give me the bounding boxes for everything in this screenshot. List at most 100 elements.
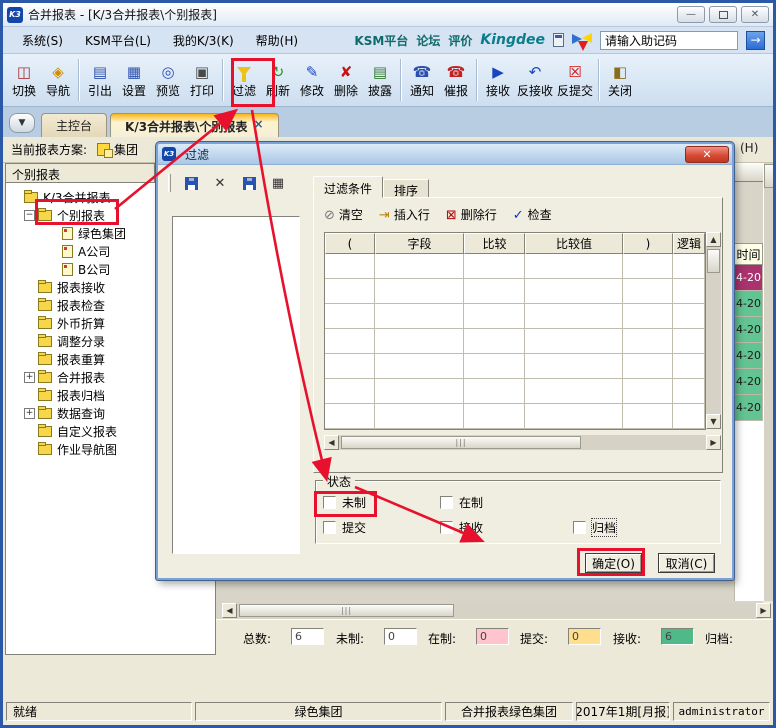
- toolbar-receive[interactable]: ▶接收: [481, 60, 515, 101]
- table-vertical-scrollbar[interactable]: ▲ ▼: [706, 232, 721, 429]
- exit-icon: ◧: [613, 62, 627, 82]
- toolbar-delete[interactable]: ✘删除: [329, 60, 363, 101]
- scheme-list[interactable]: [172, 216, 300, 554]
- dialog-title-bar[interactable]: K3 过滤: [158, 144, 732, 165]
- toolbar-separator: [476, 59, 478, 101]
- ok-button[interactable]: 确定(O): [585, 553, 642, 573]
- checkbox-icon[interactable]: [440, 496, 453, 509]
- toolbar-refresh[interactable]: ↻刷新: [261, 60, 295, 101]
- scroll-left-button[interactable]: ◀: [324, 435, 339, 450]
- table-cell[interactable]: [325, 279, 375, 304]
- checkbox-submitted[interactable]: 提交: [323, 519, 366, 536]
- toolbar-separator: [598, 59, 600, 101]
- stat-archive-label: 归档:: [705, 630, 733, 647]
- menu-ksm-platform[interactable]: KSM平台(L): [74, 29, 162, 52]
- toolbar-unsubmit[interactable]: ☒反提交: [555, 60, 595, 101]
- table-cell[interactable]: [325, 329, 375, 354]
- toolbar-edit[interactable]: ✎修改: [295, 60, 329, 101]
- delete-row-button[interactable]: ⊠删除行: [446, 206, 497, 223]
- expand-icon[interactable]: +: [24, 372, 35, 383]
- table-horizontal-scrollbar[interactable]: ◀ ||| ▶: [324, 435, 721, 450]
- mnemonic-input[interactable]: [600, 31, 738, 50]
- toolbar-filter[interactable]: 过滤: [227, 60, 261, 101]
- scroll-left-button[interactable]: ◀: [222, 603, 237, 618]
- scrollbar-thumb[interactable]: |||: [239, 604, 454, 617]
- checkbox-unmade[interactable]: 未制: [323, 494, 366, 511]
- link-rate[interactable]: 评价: [448, 32, 472, 49]
- go-button[interactable]: →: [746, 31, 765, 50]
- vertical-scrollbar[interactable]: [763, 163, 775, 601]
- table-cell[interactable]: [325, 379, 375, 404]
- toolbar-close[interactable]: ◧关闭: [603, 60, 637, 101]
- toolbar-switch[interactable]: ◫切换: [7, 60, 41, 101]
- calculator-icon[interactable]: [553, 33, 564, 47]
- link-ksm-platform[interactable]: KSM平台: [354, 32, 408, 49]
- insert-row-button[interactable]: ⇥插入行: [379, 206, 430, 223]
- scroll-down-button[interactable]: ▼: [706, 414, 721, 429]
- scroll-right-button[interactable]: ▶: [756, 603, 771, 618]
- menu-my-k3[interactable]: 我的K/3(K): [162, 29, 245, 52]
- checkbox-icon[interactable]: [323, 496, 336, 509]
- toolbar-export[interactable]: ▤引出: [83, 60, 117, 101]
- scrollbar-thumb[interactable]: [707, 249, 720, 273]
- receive-icon: ▶: [492, 62, 504, 82]
- link-forum[interactable]: 论坛: [416, 32, 440, 49]
- scrollbar-thumb[interactable]: [764, 164, 776, 188]
- checkbox-received[interactable]: 接收: [440, 519, 483, 536]
- expand-icon[interactable]: +: [24, 408, 35, 419]
- menu-system[interactable]: 系统(S): [11, 29, 74, 52]
- scheme-value[interactable]: 集团: [114, 141, 138, 158]
- restore-button[interactable]: [709, 6, 737, 23]
- checkbox-inwork[interactable]: 在制: [440, 494, 483, 511]
- horizontal-scrollbar[interactable]: ◀ ||| ▶: [222, 603, 771, 618]
- checkbox-icon[interactable]: [323, 521, 336, 534]
- grid-view-button[interactable]: ▦: [267, 173, 289, 193]
- scrollbar-thumb[interactable]: |||: [341, 436, 581, 449]
- edit-icon: ✎: [306, 62, 319, 82]
- tab-individual-reports[interactable]: K/3合并报表\个别报表 ×: [110, 113, 278, 137]
- checkbox-icon[interactable]: [573, 521, 586, 534]
- menu-help[interactable]: 帮助(H): [245, 29, 309, 52]
- table-cell[interactable]: [325, 254, 375, 279]
- collapse-icon[interactable]: −: [24, 210, 35, 221]
- toolbar-notify[interactable]: ☎通知: [405, 60, 439, 101]
- pinwheel-icon: [572, 31, 592, 49]
- status-bar: 就绪 绿色集团 合并报表绿色集团 2017年1期[月报] administrat…: [3, 700, 773, 723]
- tab-sort[interactable]: 排序: [383, 179, 429, 198]
- table-cell[interactable]: [325, 354, 375, 379]
- toolbar-urge[interactable]: ☎催报: [439, 60, 473, 101]
- table-cell[interactable]: [325, 304, 375, 329]
- scroll-up-button[interactable]: ▲: [706, 232, 721, 247]
- toolbar-settings[interactable]: ▦设置: [117, 60, 151, 101]
- toolbar-print[interactable]: ▣打印: [185, 60, 219, 101]
- scroll-right-button[interactable]: ▶: [706, 435, 721, 450]
- save-as-button[interactable]: [238, 173, 260, 193]
- toolbar-unreceive[interactable]: ↶反接收: [515, 60, 555, 101]
- toolbar-separator: [78, 59, 80, 101]
- window-title: 合并报表 - [K/3合并报表\个别报表]: [28, 6, 217, 23]
- clear-button[interactable]: ⊘清空: [324, 206, 363, 223]
- checkbox-icon[interactable]: [440, 521, 453, 534]
- toolbar-separator: [222, 59, 224, 101]
- grid-cell: 4-20: [734, 291, 763, 317]
- toolbar-disclose[interactable]: ▤披露: [363, 60, 397, 101]
- table-cell[interactable]: [325, 404, 375, 429]
- tab-console[interactable]: 主控台: [41, 113, 107, 137]
- checkbox-archived[interactable]: 归档: [573, 519, 616, 536]
- close-button[interactable]: ✕: [741, 6, 769, 23]
- delete-row-icon: ⊠: [446, 208, 457, 223]
- delete-scheme-button[interactable]: ✕: [209, 173, 231, 193]
- dialog-close-button[interactable]: ✕: [685, 146, 729, 163]
- tab-close-icon[interactable]: ×: [253, 118, 263, 130]
- save-scheme-button[interactable]: [180, 173, 202, 193]
- tab-dropdown-button[interactable]: ▼: [9, 113, 35, 133]
- tab-filter-conditions[interactable]: 过滤条件: [313, 176, 383, 198]
- status-period: 2017年1期[月报]: [576, 702, 670, 721]
- toolbar-navigate[interactable]: ◈导航: [41, 60, 75, 101]
- print-icon: ▣: [195, 62, 209, 82]
- cancel-button[interactable]: 取消(C): [658, 553, 715, 573]
- check-button[interactable]: ✓检查: [513, 206, 552, 223]
- grid-cell: 4-20: [734, 343, 763, 369]
- minimize-button[interactable]: —: [677, 6, 705, 23]
- toolbar-preview[interactable]: ◎预览: [151, 60, 185, 101]
